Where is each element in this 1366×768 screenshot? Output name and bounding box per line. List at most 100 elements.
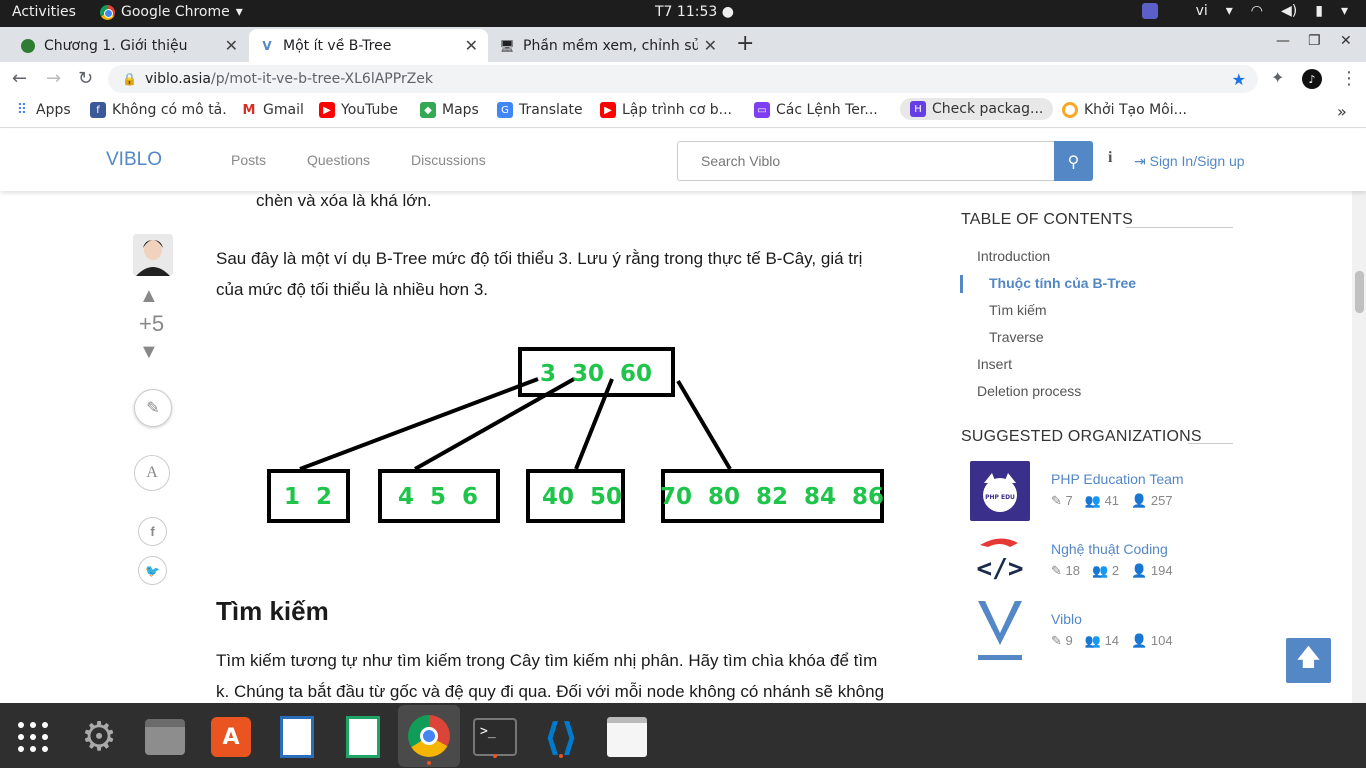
arrow-up-icon: 🡅 — [1296, 644, 1321, 671]
chrome-icon — [100, 4, 115, 20]
tab-phan-mem[interactable]: 🖥 Phần mềm xem, chỉnh sửa ✕ — [489, 29, 727, 62]
toc-item-tim-kiem[interactable]: Tìm kiếm — [989, 302, 1047, 318]
org-name[interactable]: Viblo — [1051, 611, 1082, 627]
tiktok-extension-icon[interactable]: ♪ — [1302, 69, 1322, 89]
close-tab-icon[interactable]: ✕ — [704, 36, 717, 55]
scrollbar-thumb[interactable] — [1355, 271, 1364, 313]
clip-button[interactable]: ✎ — [134, 389, 172, 427]
toc-item-insert[interactable]: Insert — [977, 356, 1012, 372]
software-center-icon[interactable]: A — [208, 714, 254, 760]
teams-icon[interactable] — [1141, 3, 1158, 19]
bookmark-apps[interactable]: ⠿ Apps — [14, 102, 71, 118]
maps-icon: ◆ — [420, 102, 436, 118]
author-avatar[interactable] — [133, 234, 173, 276]
search-input[interactable] — [678, 142, 1054, 180]
info-icon[interactable]: i — [1108, 149, 1112, 167]
org-name[interactable]: PHP Education Team — [1051, 471, 1184, 487]
menu-icon[interactable]: ⋮ — [1340, 68, 1358, 89]
toolbar: ← → ↻ 🔒 viblo.asia/p/mot-it-ve-b-tree-XL… — [0, 62, 1366, 96]
hostinger-icon: H — [910, 101, 926, 117]
forward-button[interactable]: → — [46, 68, 61, 89]
upvote-icon[interactable]: ▲ — [139, 285, 159, 308]
vscode-icon[interactable]: ⟨⟩ — [538, 714, 584, 760]
article-paragraph: Tìm kiếm tương tự như tìm kiếm trong Cây… — [216, 651, 878, 670]
bookmark-star-icon[interactable]: ★ — [1232, 70, 1246, 89]
bookmark-youtube[interactable]: ▶ YouTube — [319, 102, 398, 118]
toc-item-traverse[interactable]: Traverse — [989, 329, 1044, 345]
bookmark-facebook[interactable]: f Không có mô tả. — [90, 102, 227, 118]
close-tab-icon[interactable]: ✕ — [225, 36, 238, 55]
address-bar[interactable]: 🔒 viblo.asia/p/mot-it-ve-b-tree-XL6lAPPr… — [108, 65, 1258, 93]
viblo-logo[interactable]: VIBLO — [106, 149, 162, 171]
clock[interactable]: T7 11:53 ● — [655, 4, 734, 20]
close-tab-icon[interactable]: ✕ — [465, 36, 478, 55]
app-menu[interactable]: Google Chrome ▾ — [100, 4, 243, 20]
files-icon[interactable] — [142, 714, 188, 760]
volume-icon[interactable]: ◀) — [1281, 3, 1297, 19]
bookmark-translate[interactable]: G Translate — [497, 102, 583, 118]
nghe-thuat-coding-logo[interactable]: </> — [970, 531, 1030, 591]
terminal-bookmark-icon: ▭ — [754, 102, 770, 118]
more-bookmarks-icon[interactable]: » — [1337, 102, 1347, 121]
apps-grid-icon: ⠿ — [16, 102, 28, 118]
maximize-button[interactable]: ❐ — [1308, 33, 1321, 49]
settings-icon[interactable]: ⚙ — [76, 714, 122, 760]
input-language[interactable]: vi — [1196, 3, 1208, 19]
toc-active-marker — [960, 275, 963, 293]
pencil-icon: ✎ — [1051, 493, 1062, 508]
toc-item-introduction[interactable]: Introduction — [977, 248, 1050, 264]
wifi-icon[interactable]: ◠ — [1251, 3, 1263, 19]
libreoffice-calc-icon[interactable] — [340, 714, 386, 760]
svg-text:</>: </> — [977, 554, 1024, 584]
nav-posts[interactable]: Posts — [231, 152, 266, 168]
scroll-to-top-button[interactable]: 🡅 — [1286, 638, 1331, 683]
chevron-down-icon: ▾ — [235, 4, 243, 20]
toc-item-deletion[interactable]: Deletion process — [977, 383, 1081, 399]
bookmark-check-package[interactable]: H Check packag... — [900, 98, 1054, 120]
site-header: VIBLO Posts Questions Discussions ⚲ i ⇥ … — [0, 129, 1366, 191]
nav-questions[interactable]: Questions — [307, 152, 370, 168]
downvote-icon[interactable]: ▼ — [139, 341, 159, 364]
org-stats: ✎ 18 👥 2 👤 194 — [1051, 563, 1173, 578]
show-apps-icon[interactable] — [10, 714, 56, 760]
org-name[interactable]: Nghệ thuật Coding — [1051, 541, 1168, 557]
reload-button[interactable]: ↻ — [78, 68, 93, 89]
chrome-dock-icon[interactable] — [398, 705, 460, 767]
tree-edge — [414, 377, 575, 471]
php-education-logo[interactable]: PHP EDU — [970, 461, 1030, 521]
libreoffice-writer-icon[interactable] — [274, 714, 320, 760]
new-tab-button[interactable]: + — [736, 31, 754, 56]
twitter-icon: 🐦 — [145, 563, 160, 578]
sign-in-link[interactable]: ⇥ Sign In/Sign up — [1134, 153, 1245, 170]
bookmark-cac-lenh[interactable]: ▭ Các Lệnh Ter... — [754, 102, 878, 118]
tab-b-tree[interactable]: V Một ít về B-Tree ✕ — [249, 29, 488, 62]
bookmark-gmail[interactable]: M Gmail — [241, 102, 304, 118]
bookmark-lap-trinh[interactable]: ▶ Lập trình cơ b... — [600, 102, 732, 118]
twitter-share-button[interactable]: 🐦 — [138, 556, 167, 585]
ring-icon — [1062, 102, 1078, 118]
facebook-share-button[interactable]: f — [138, 517, 167, 546]
font-size-button[interactable]: A — [134, 455, 170, 491]
toc-item-thuoc-tinh[interactable]: Thuộc tính của B-Tree — [989, 275, 1136, 291]
terminal-icon[interactable]: >_ — [472, 714, 518, 760]
back-button[interactable]: ← — [12, 68, 27, 89]
search-button[interactable]: ⚲ — [1054, 141, 1093, 181]
tab-chuong-1[interactable]: Chương 1. Giới thiệu ✕ — [10, 29, 248, 62]
org-stats: ✎ 7 👥 41 👤 257 — [1051, 493, 1173, 508]
lock-icon[interactable]: 🔒 — [122, 72, 137, 86]
text-editor-icon[interactable] — [604, 714, 650, 760]
system-tray[interactable]: vi ▾ ◠ ◀) ▮ ▾ — [1141, 3, 1348, 19]
bookmark-maps[interactable]: ◆ Maps — [420, 102, 479, 118]
battery-icon[interactable]: ▮ — [1315, 3, 1323, 19]
nav-discussions[interactable]: Discussions — [411, 152, 486, 168]
extensions-icon[interactable]: ✦ — [1271, 68, 1284, 87]
font-icon: A — [146, 464, 158, 481]
monitor-favicon-icon: 🖥 — [499, 38, 515, 53]
page-scrollbar[interactable] — [1352, 191, 1366, 703]
viblo-org-logo[interactable] — [970, 601, 1030, 661]
minimize-button[interactable]: — — [1276, 33, 1290, 49]
close-window-button[interactable]: ✕ — [1340, 33, 1352, 49]
activities-button[interactable]: Activities — [12, 4, 76, 20]
gmail-icon: M — [242, 102, 256, 118]
bookmark-khoi-tao[interactable]: Khởi Tạo Môi... — [1062, 102, 1187, 118]
